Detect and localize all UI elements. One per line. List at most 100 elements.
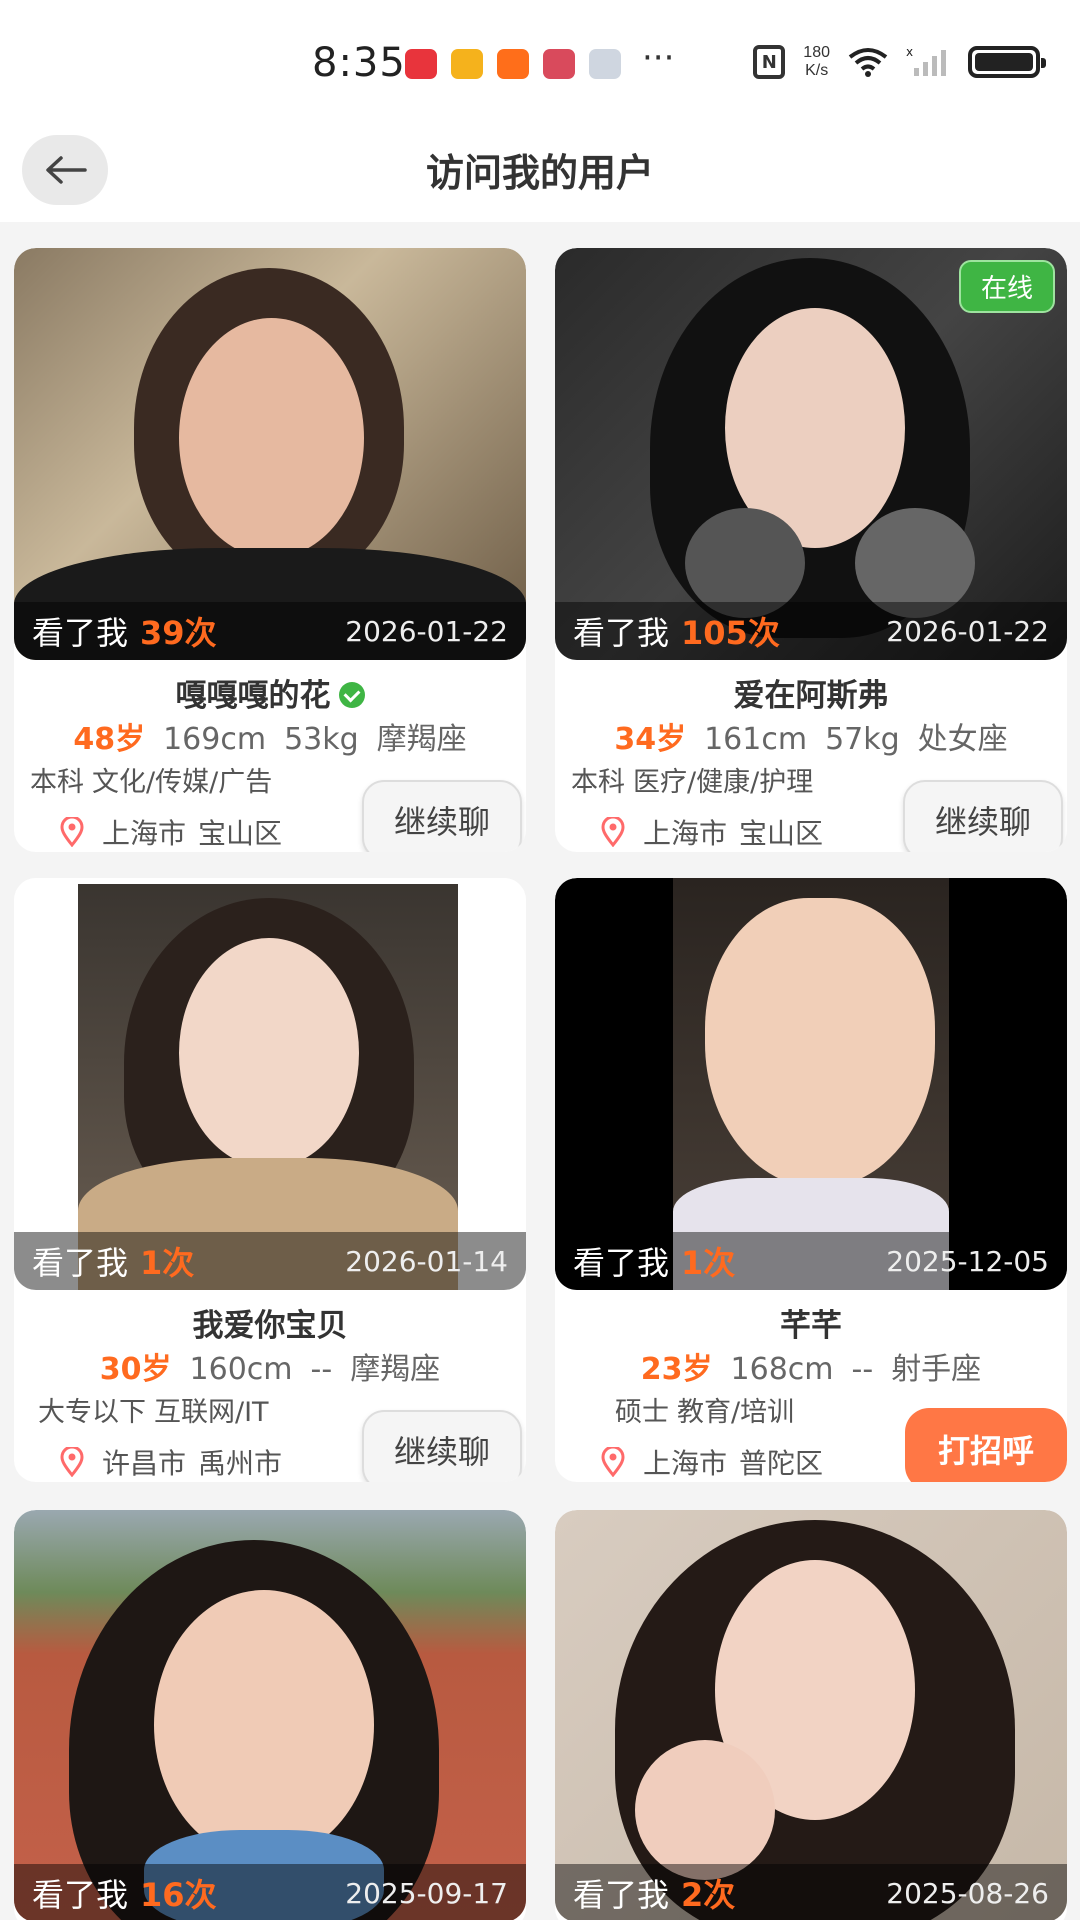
user-photo[interactable]: 看了我 1次 2026-01-14 [14,878,526,1290]
svg-text:x: x [906,46,913,59]
district: 宝山区 [198,817,283,850]
signal-icon: x [906,46,950,78]
industry: 教育/培训 [677,1397,795,1428]
user-education: 本科 医疗/健康/护理 [571,760,821,799]
visitor-grid: 看了我 39次 2026-01-22 嘎嘎嘎的花 48岁 169cm 53kg 摩羯座 … [0,222,1080,1920]
visit-count: 16次 [140,1876,217,1914]
more-notifications-icon: ··· [642,38,675,78]
alert-app-icon [451,49,483,79]
education-level: 本科 [571,767,625,798]
visited-me-label: 看了我 [573,1876,670,1914]
visit-date: 2025-09-17 [345,1876,508,1910]
location-pin-icon [60,817,84,847]
visited-me-label: 看了我 [573,1244,670,1282]
card-app-icon [589,49,621,79]
visitor-card[interactable]: 看了我 1次 2025-12-05 芊芊 23岁 168cm -- 射手座 硕士 教育/培… [555,878,1067,1482]
system-status: N 180 K/s x [753,44,1046,80]
user-height: 161cm [704,722,808,757]
visited-me-label: 看了我 [32,1244,129,1282]
visit-date: 2026-01-14 [345,1244,508,1278]
continue-chat-button[interactable]: 继续聊 [362,780,522,852]
user-zodiac: 摩羯座 [350,1352,441,1387]
visit-date: 2025-12-05 [886,1244,1049,1278]
battery-icon [968,46,1046,78]
visitor-card[interactable]: 看了我 39次 2026-01-22 嘎嘎嘎的花 48岁 169cm 53kg 摩羯座 … [14,248,526,852]
visit-overlay: 看了我 1次 2025-12-05 [555,1232,1067,1290]
industry: 文化/传媒/广告 [92,767,273,798]
user-height: 160cm [189,1352,293,1387]
net-speed: 180 K/s [803,44,830,80]
continue-chat-button[interactable]: 继续聊 [362,1410,522,1482]
user-photo[interactable]: 看了我 2次 2025-08-26 [555,1510,1067,1920]
location-pin-icon [601,1447,625,1477]
huawei-store-icon [405,49,437,79]
city: 上海市 [643,1447,728,1480]
district: 宝山区 [739,817,824,850]
user-zodiac: 射手座 [891,1352,982,1387]
user-name-row: 爱在阿斯弗 [555,670,1067,715]
location-pin-icon [60,1447,84,1477]
continue-chat-button[interactable]: 继续聊 [903,780,1063,852]
visited-me-label: 看了我 [32,614,129,652]
user-info: 芊芊 23岁 168cm -- 射手座 硕士 教育/培训 上海市 普陀区 打招呼 [555,1290,1067,1482]
page-header: 访问我的用户 [0,120,1080,222]
status-time: 8:35 [312,40,406,86]
user-education: 大专以下 互联网/IT [38,1390,277,1429]
user-name: 芊芊 [780,1308,842,1344]
visitor-card[interactable]: 在线 看了我 105次 2026-01-22 爱在阿斯弗 34岁 161cm 57kg… [555,248,1067,852]
user-stats: 48岁 169cm 53kg 摩羯座 [14,714,526,758]
user-age: 23岁 [640,1352,713,1387]
industry: 医疗/健康/护理 [633,767,814,798]
visit-date: 2026-01-22 [886,614,1049,648]
game-app-icon [543,49,575,79]
wifi-icon [848,47,888,77]
district: 普陀区 [739,1447,824,1480]
nfc-icon: N [753,45,786,79]
visitor-card[interactable]: 看了我 16次 2025-09-17 [14,1510,526,1920]
city: 上海市 [102,817,187,850]
net-speed-unit: K/s [805,62,829,79]
education-level: 硕士 [615,1397,669,1428]
visit-count: 1次 [681,1244,736,1282]
user-info: 嘎嘎嘎的花 48岁 169cm 53kg 摩羯座 本科 文化/传媒/广告 上海市 宝山区 … [14,660,526,852]
user-location: 上海市 普陀区 [601,1442,835,1482]
user-weight: -- [310,1352,333,1387]
visit-overlay: 看了我 2次 2025-08-26 [555,1864,1067,1920]
user-name: 嘎嘎嘎的花 [175,678,331,714]
user-name-row: 我爱你宝贝 [14,1300,526,1345]
user-age: 34岁 [614,722,687,757]
industry: 互联网/IT [154,1397,269,1428]
city: 许昌市 [102,1447,187,1480]
user-name: 爱在阿斯弗 [733,678,889,714]
visit-overlay: 看了我 39次 2026-01-22 [14,602,526,660]
user-height: 169cm [163,722,267,757]
education-level: 本科 [30,767,84,798]
user-age: 48岁 [73,722,146,757]
user-weight: -- [851,1352,874,1387]
visitor-card[interactable]: 看了我 1次 2026-01-14 我爱你宝贝 30岁 160cm -- 摩羯座 大专以… [14,878,526,1482]
user-education: 硕士 教育/培训 [615,1390,802,1429]
user-info: 爱在阿斯弗 34岁 161cm 57kg 处女座 本科 医疗/健康/护理 上海市 宝山区 … [555,660,1067,852]
user-zodiac: 摩羯座 [376,722,467,757]
user-name: 我爱你宝贝 [192,1308,348,1344]
visit-count: 1次 [140,1244,195,1282]
visit-overlay: 看了我 1次 2026-01-14 [14,1232,526,1290]
visit-date: 2026-01-22 [345,614,508,648]
status-bar: 8:35 ··· N 180 K/s x [0,0,1080,120]
user-weight: 57kg [825,722,900,757]
user-height: 168cm [730,1352,834,1387]
visited-me-label: 看了我 [32,1876,129,1914]
user-location: 上海市 宝山区 [601,812,835,852]
page-title: 访问我的用户 [425,151,654,195]
visit-count: 2次 [681,1876,736,1914]
visit-count: 39次 [140,614,217,652]
district: 禹州市 [198,1447,283,1480]
user-photo[interactable]: 看了我 1次 2025-12-05 [555,878,1067,1290]
user-photo[interactable]: 看了我 39次 2026-01-22 [14,248,526,660]
visited-me-label: 看了我 [573,614,670,652]
visitor-card[interactable]: 看了我 2次 2025-08-26 [555,1510,1067,1920]
say-hi-button[interactable]: 打招呼 [905,1408,1067,1482]
user-photo[interactable]: 在线 看了我 105次 2026-01-22 [555,248,1067,660]
user-education: 本科 文化/传媒/广告 [30,760,280,799]
user-photo[interactable]: 看了我 16次 2025-09-17 [14,1510,526,1920]
